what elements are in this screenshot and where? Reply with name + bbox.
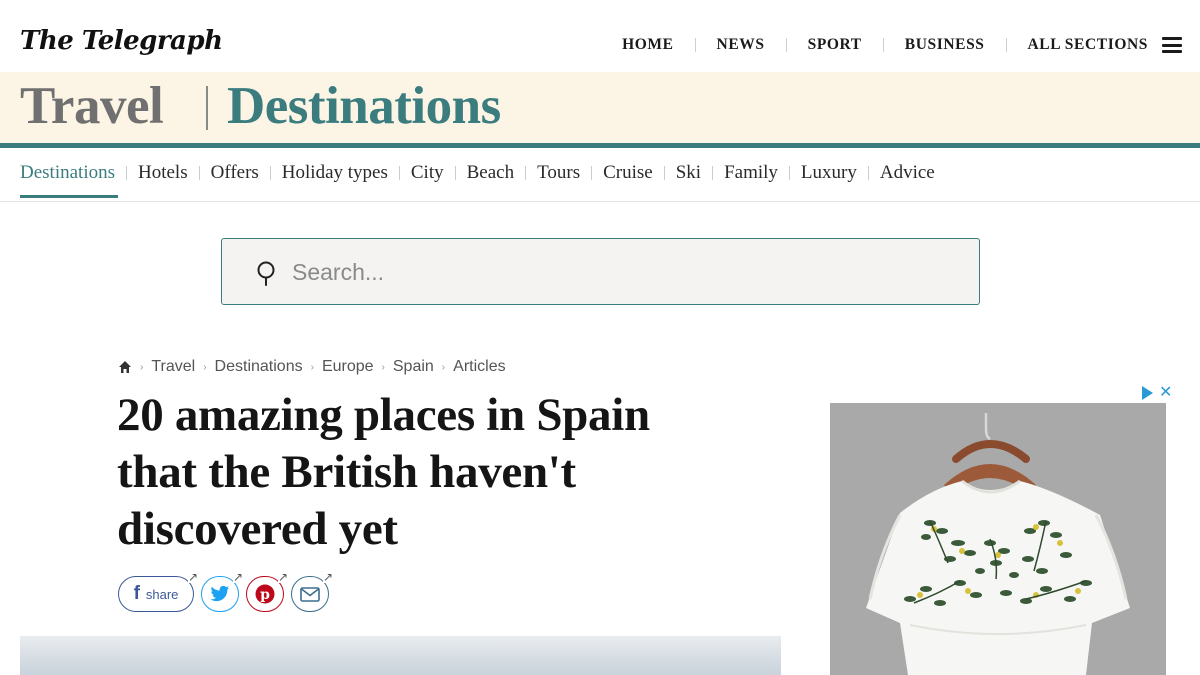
adchoices-icon[interactable]	[1142, 386, 1153, 400]
nav-home[interactable]: HOME	[622, 36, 673, 54]
subnav-divider	[712, 166, 714, 180]
chevron-right-icon: ›	[140, 361, 144, 373]
section-banner	[0, 72, 1200, 143]
search-input[interactable]	[292, 253, 952, 291]
subnav-divider	[663, 166, 665, 180]
facebook-share-button[interactable]: f share ↗	[118, 571, 198, 612]
subnav-tours[interactable]: Tours	[537, 162, 580, 198]
external-arrow-icon: ↗	[232, 570, 243, 584]
telegraph-logo[interactable]: The Telegraph	[20, 26, 223, 56]
pinterest-share-button[interactable]: p ↗	[246, 571, 288, 612]
subnav-hotels[interactable]: Hotels	[138, 162, 188, 198]
breadcrumb-articles[interactable]: Articles	[453, 358, 505, 376]
chevron-right-icon: ›	[381, 361, 385, 373]
breadcrumb: › Travel › Destinations › Europe › Spain…	[118, 358, 506, 376]
section-subnav: Destinations Hotels Offers Holiday types…	[0, 148, 1200, 202]
subnav-beach[interactable]: Beach	[467, 162, 514, 198]
hamburger-menu-icon[interactable]	[1162, 37, 1182, 53]
subnav-divider	[269, 166, 271, 180]
nav-divider	[882, 38, 884, 52]
banner-divider	[206, 86, 208, 130]
nav-divider	[694, 38, 696, 52]
nav-divider	[1005, 38, 1007, 52]
subnav-divider	[525, 166, 527, 180]
share-buttons: f share ↗ ↗ p ↗ ↗	[118, 571, 333, 612]
subnav-divider	[867, 166, 869, 180]
subnav-divider	[126, 166, 127, 180]
nav-divider	[785, 38, 787, 52]
advertisement[interactable]	[830, 403, 1166, 675]
headline-line: that the British haven't	[117, 446, 576, 498]
breadcrumb-travel[interactable]: Travel	[151, 358, 195, 376]
main-nav: HOME NEWS SPORT BUSINESS ALL SECTIONS	[622, 36, 1182, 54]
pinterest-icon: p	[255, 584, 275, 604]
email-icon	[300, 586, 320, 602]
site-header: The Telegraph HOME NEWS SPORT BUSINESS A…	[0, 0, 1200, 72]
subnav-city[interactable]: City	[411, 162, 444, 198]
subnav-divider	[591, 166, 593, 180]
ad-product-image	[830, 403, 1166, 675]
subnav-ski[interactable]: Ski	[676, 162, 701, 198]
section-title-travel[interactable]: Travel	[20, 76, 164, 136]
nav-all-sections[interactable]: ALL SECTIONS	[1028, 36, 1148, 54]
subnav-holiday-types[interactable]: Holiday types	[282, 162, 388, 198]
breadcrumb-spain[interactable]: Spain	[393, 358, 434, 376]
headline-line: 20 amazing places in Spain	[117, 389, 650, 441]
subnav-offers[interactable]: Offers	[211, 162, 259, 198]
headline-line: discovered yet	[117, 503, 398, 555]
subnav-luxury[interactable]: Luxury	[801, 162, 857, 198]
subnav-advice[interactable]: Advice	[880, 162, 935, 198]
subnav-family[interactable]: Family	[724, 162, 778, 198]
email-share-button[interactable]: ↗	[291, 571, 333, 612]
subnav-divider	[198, 166, 200, 180]
home-icon[interactable]	[118, 360, 132, 374]
chevron-right-icon: ›	[441, 361, 446, 373]
external-arrow-icon: ↗	[322, 570, 333, 584]
twitter-icon	[210, 585, 230, 602]
search-box[interactable]	[221, 238, 980, 305]
facebook-share-label: share	[145, 586, 179, 602]
subnav-destinations[interactable]: Destinations	[20, 162, 118, 198]
breadcrumb-europe[interactable]: Europe	[322, 358, 374, 376]
article-headline: 20 amazing places in Spain that the Brit…	[117, 387, 757, 558]
nav-business[interactable]: BUSINESS	[905, 36, 985, 54]
subnav-divider	[454, 166, 456, 180]
external-arrow-icon: ↗	[187, 570, 198, 584]
subnav-cruise[interactable]: Cruise	[603, 162, 653, 198]
subnav-divider	[398, 166, 400, 180]
chevron-right-icon: ›	[203, 361, 207, 373]
twitter-share-button[interactable]: ↗	[201, 571, 243, 612]
search-icon[interactable]	[256, 260, 280, 286]
close-icon[interactable]: ✕	[1159, 385, 1172, 401]
external-arrow-icon: ↗	[277, 570, 288, 584]
breadcrumb-destinations[interactable]: Destinations	[215, 358, 303, 376]
nav-news[interactable]: NEWS	[717, 36, 765, 54]
nav-sport[interactable]: SPORT	[808, 36, 862, 54]
section-title-destinations[interactable]: Destinations	[227, 76, 501, 136]
adchoices[interactable]: ✕	[1142, 385, 1172, 401]
article-hero-image	[20, 636, 781, 675]
facebook-icon: f	[133, 583, 140, 604]
subnav-divider	[788, 166, 790, 180]
svg-text:p: p	[260, 587, 270, 603]
chevron-right-icon: ›	[310, 361, 314, 373]
